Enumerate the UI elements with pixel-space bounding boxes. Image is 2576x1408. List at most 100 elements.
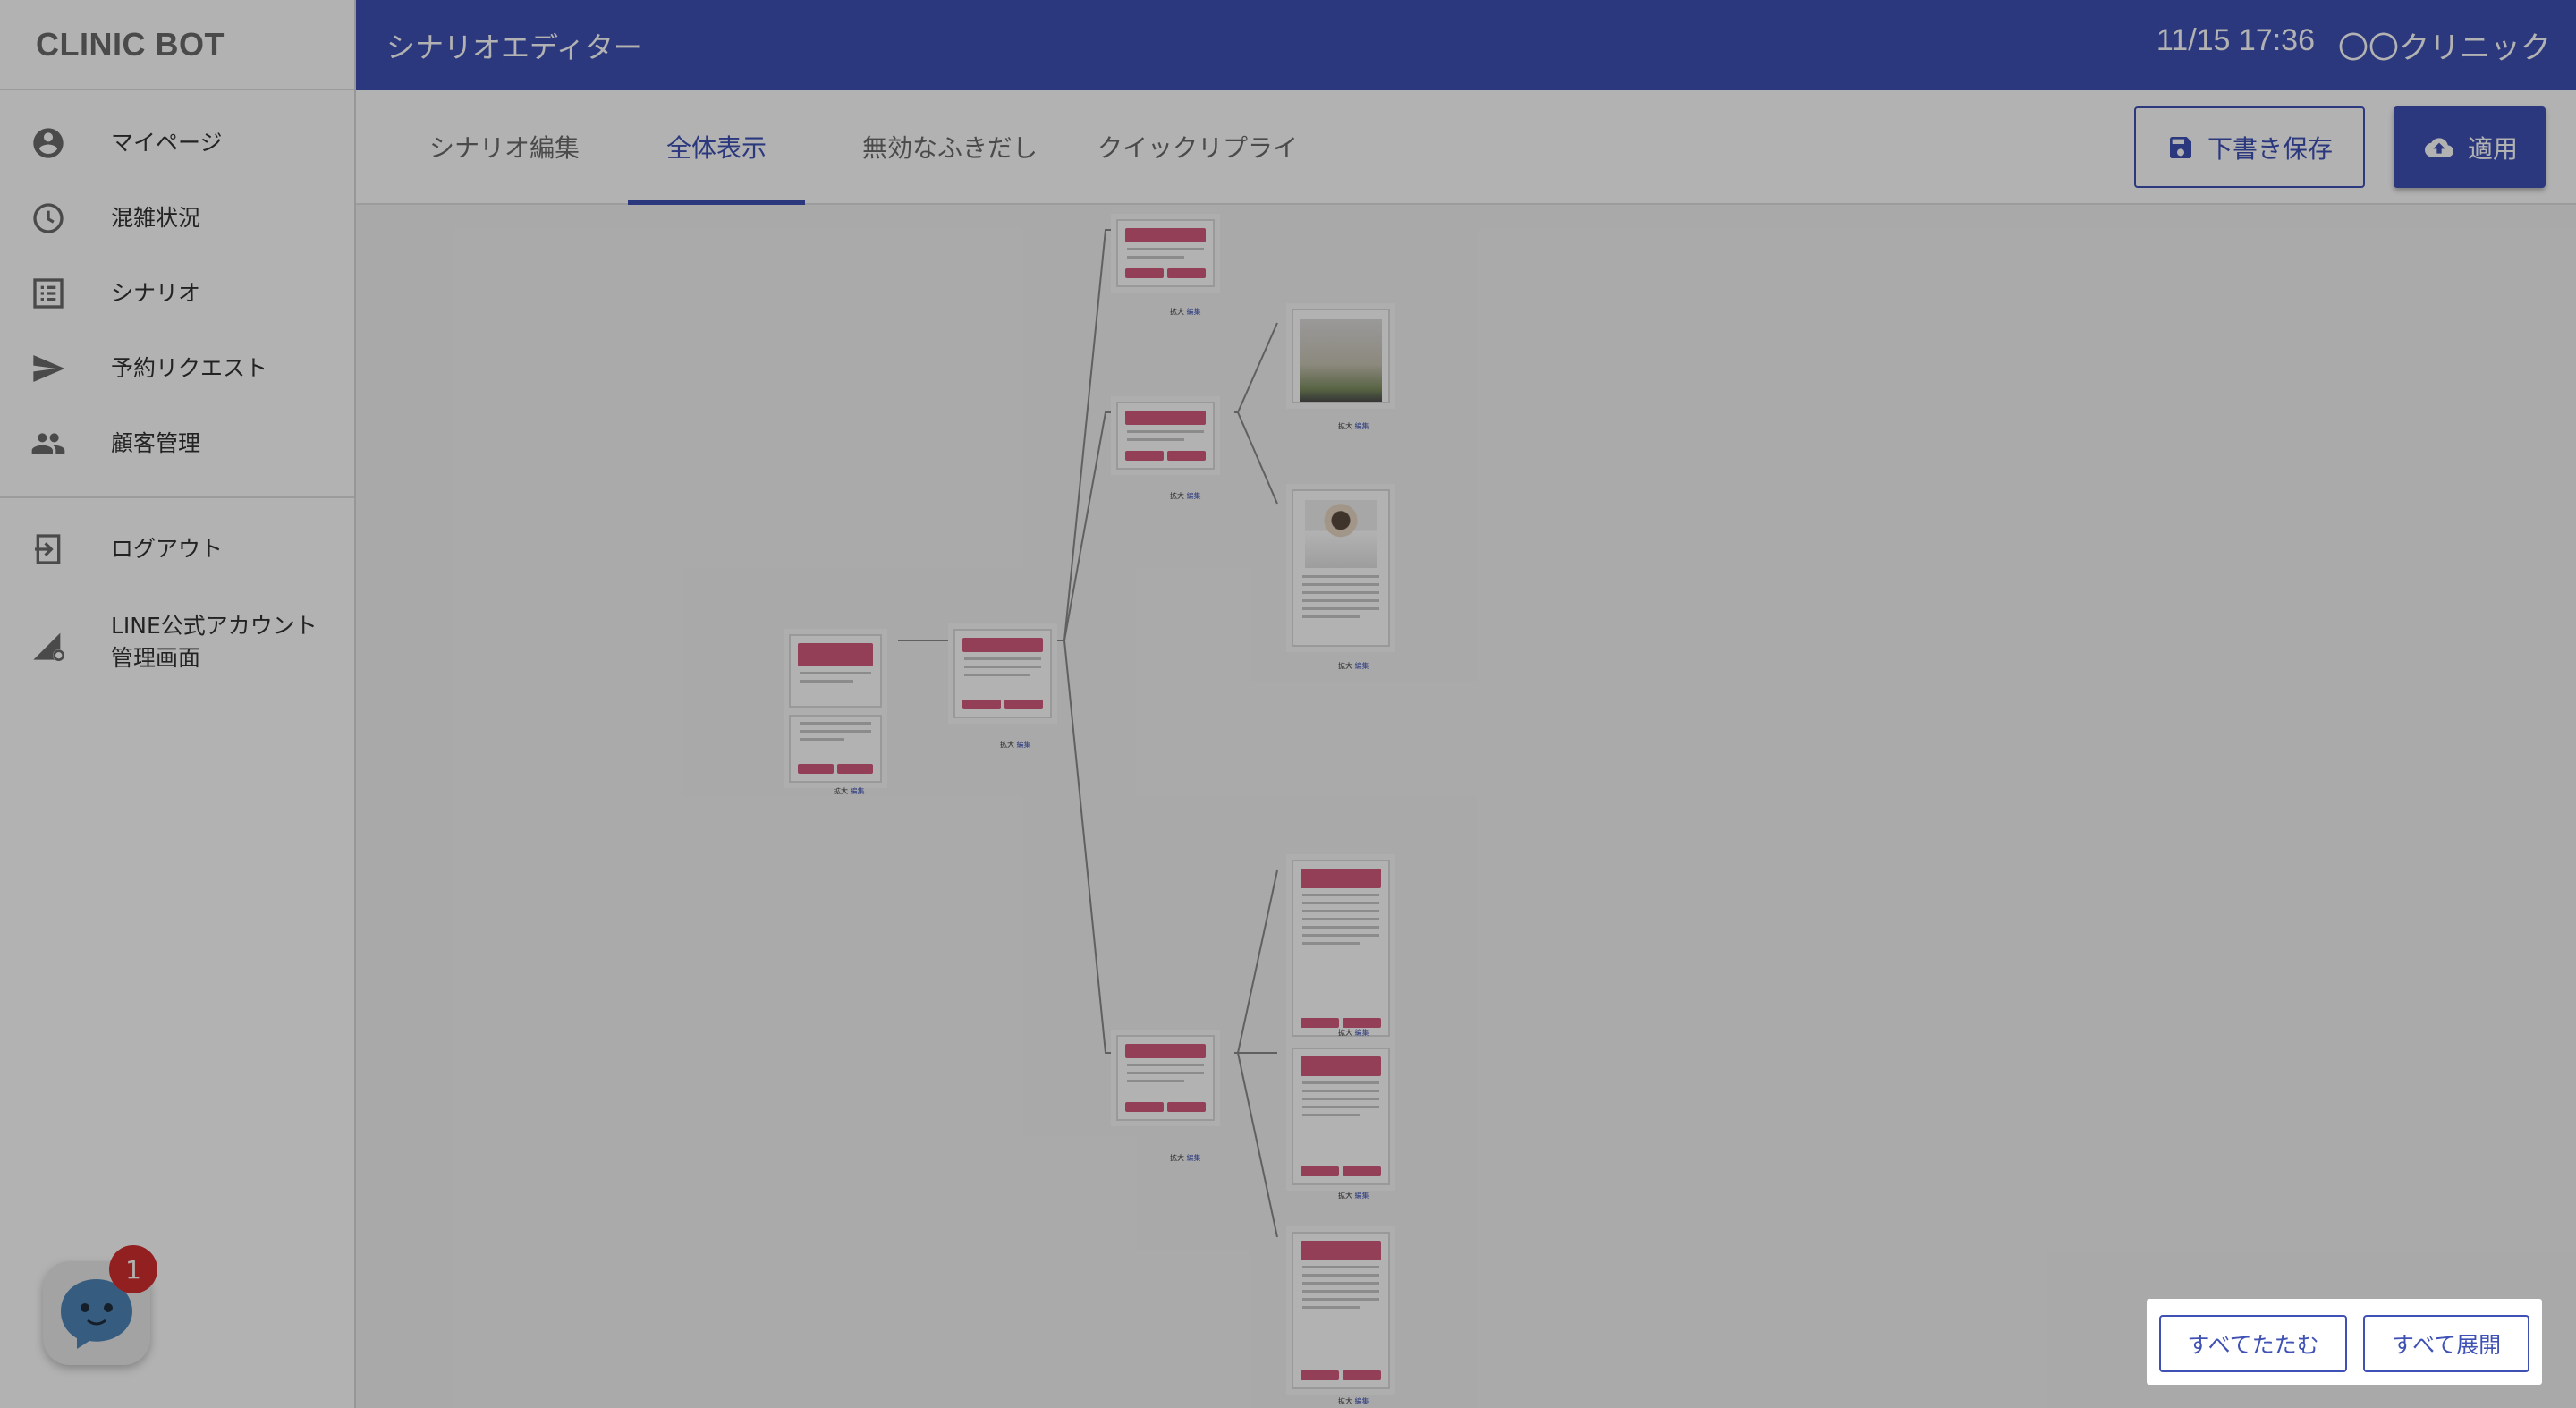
collapse-all-button[interactable]: すべてたたむ [2159, 1315, 2347, 1372]
sidebar-item-label: シナリオ [111, 280, 201, 306]
edit-link[interactable]: 編集 [1355, 1029, 1369, 1037]
tab-quick-reply[interactable]: クイックリプライ [1079, 90, 1317, 203]
save-draft-button[interactable]: 下書き保存 [2134, 106, 2365, 188]
sidebar-item-logout[interactable]: ログアウト [0, 513, 354, 585]
bubble-card-buttons [1125, 268, 1206, 278]
bubble-card-image-doctor[interactable] [1292, 489, 1390, 647]
bubble-card-root[interactable] [789, 715, 882, 783]
bubble-card-line [1127, 430, 1204, 433]
tab-overview[interactable]: 全体表示 [628, 90, 805, 205]
bubble-card-line [1302, 1266, 1379, 1268]
card-actions-image-doctor[interactable]: 拡大 編集 [1338, 661, 1369, 671]
bubble-card-line [1127, 256, 1184, 259]
expand-link[interactable]: 拡大 [1338, 422, 1352, 430]
clock-icon [33, 203, 64, 233]
edit-link[interactable]: 編集 [1355, 1397, 1369, 1405]
card-actions-level2-b[interactable]: 拡大 編集 [1170, 491, 1201, 501]
bubble-card-question-a[interactable] [1292, 860, 1390, 1037]
card-actions-level2-a[interactable]: 拡大 編集 [1170, 307, 1201, 317]
bubble-card-line [1302, 894, 1379, 896]
sidebar-item-label: 顧客管理 [111, 430, 201, 456]
tab-scenario-edit[interactable]: シナリオ編集 [401, 90, 608, 203]
admin-settings-icon [33, 632, 65, 662]
apply-label: 適用 [2467, 133, 2518, 164]
bubble-card-buttons [1125, 451, 1206, 461]
edit-link[interactable]: 編集 [1355, 1192, 1369, 1200]
bubble-card-header [1301, 1056, 1381, 1076]
bubble-card-question-c[interactable] [1292, 1232, 1390, 1389]
cloud-upload-icon [2424, 137, 2453, 157]
expand-link[interactable]: 拡大 [1170, 308, 1184, 316]
bubble-card-question-b[interactable] [1292, 1048, 1390, 1185]
sidebar-item-congestion[interactable]: 混雑状況 [0, 182, 354, 254]
sidebar-item-label: 予約リクエスト [111, 355, 268, 381]
scenario-tree-canvas[interactable]: 拡大 編集 拡大 編集 拡大 編集 拡大 編集 拡大 編集 拡大 編集 拡大 編… [356, 207, 2576, 1408]
expand-link[interactable]: 拡大 [1338, 662, 1352, 670]
tab-bar: シナリオ編集 全体表示 無効なふきだし クイックリプライ 下書き保存 適用 [356, 90, 2576, 205]
bubble-card-line [1302, 1114, 1360, 1116]
bubble-card-line [1302, 591, 1379, 594]
list-icon [33, 278, 64, 309]
sidebar: CLINIC BOT マイページ 混雑状況 シナリオ 予約リクエスト 顧客管理 … [0, 0, 356, 1408]
edit-link[interactable]: 編集 [1017, 741, 1031, 749]
edit-link[interactable]: 編集 [851, 787, 865, 795]
bubble-card-header [1301, 1241, 1381, 1260]
expand-link[interactable]: 拡大 [1338, 1397, 1352, 1405]
people-icon [31, 433, 65, 454]
edit-link[interactable]: 編集 [1355, 662, 1369, 670]
logout-icon [35, 534, 61, 564]
sidebar-item-line-admin[interactable]: LINE公式アカウント 管理画面 [0, 605, 354, 685]
apply-button[interactable]: 適用 [2394, 106, 2546, 188]
bubble-card-header [798, 643, 873, 666]
sidebar-item-customers[interactable]: 顧客管理 [0, 408, 354, 479]
expand-link[interactable]: 拡大 [1338, 1192, 1352, 1200]
bubble-card-line [1302, 1274, 1379, 1277]
bubble-card-line [1302, 599, 1379, 602]
bubble-card-line [964, 657, 1041, 660]
bubble-card-buttons [962, 700, 1043, 709]
expand-all-button[interactable]: すべて展開 [2363, 1315, 2529, 1372]
expand-link[interactable]: 拡大 [834, 787, 848, 795]
account-circle-icon [33, 128, 64, 158]
notification-badge: 1 [109, 1245, 157, 1293]
edit-link[interactable]: 編集 [1355, 422, 1369, 430]
bubble-card-level2-c[interactable] [1116, 1035, 1215, 1121]
bubble-card-level1[interactable] [953, 629, 1052, 718]
edit-link[interactable]: 編集 [1187, 308, 1201, 316]
card-actions-image-room[interactable]: 拡大 編集 [1338, 421, 1369, 431]
expand-link[interactable]: 拡大 [1170, 492, 1184, 500]
bubble-card-image-room[interactable] [1292, 309, 1390, 403]
bubble-card-line [1302, 942, 1360, 945]
bubble-card-line [1302, 1282, 1379, 1285]
bubble-card-line [1302, 1290, 1379, 1293]
expand-link[interactable]: 拡大 [1338, 1029, 1352, 1037]
bubble-card-line [800, 738, 844, 741]
expand-link[interactable]: 拡大 [1000, 741, 1014, 749]
sidebar-item-mypage[interactable]: マイページ [0, 107, 354, 179]
bubble-card-line [800, 730, 871, 733]
sidebar-item-label: 混雑状況 [111, 205, 201, 231]
bubble-card-line [800, 722, 871, 725]
edit-link[interactable]: 編集 [1187, 492, 1201, 500]
card-actions-level2-c[interactable]: 拡大 編集 [1170, 1153, 1201, 1163]
card-actions-root[interactable]: 拡大 編集 [834, 786, 865, 796]
sidebar-item-scenario[interactable]: シナリオ [0, 258, 354, 329]
card-actions-question-c[interactable]: 拡大 編集 [1338, 1396, 1369, 1406]
bubble-card-line [800, 680, 853, 683]
bubble-card-level2-a[interactable] [1116, 219, 1215, 287]
tab-invalid-bubbles[interactable]: 無効なふきだし [844, 90, 1055, 203]
bubble-card-root-top[interactable] [789, 634, 882, 708]
bubble-card-level2-b[interactable] [1116, 402, 1215, 470]
edit-link[interactable]: 編集 [1187, 1154, 1201, 1162]
card-actions-question-a[interactable]: 拡大 編集 [1338, 1028, 1369, 1038]
expand-link[interactable]: 拡大 [1170, 1154, 1184, 1162]
save-draft-label: 下書き保存 [2207, 133, 2333, 164]
card-actions-question-b[interactable]: 拡大 編集 [1338, 1191, 1369, 1200]
sidebar-item-reservations[interactable]: 予約リクエスト [0, 333, 354, 404]
bubble-card-line [1302, 583, 1379, 586]
bubble-card-header [1301, 869, 1381, 888]
bubble-card-line [964, 674, 1031, 676]
bubble-card-buttons [1301, 1166, 1381, 1176]
card-actions-level1[interactable]: 拡大 編集 [1000, 740, 1031, 750]
tree-control-panel: すべてたたむ すべて展開 [2147, 1299, 2542, 1385]
